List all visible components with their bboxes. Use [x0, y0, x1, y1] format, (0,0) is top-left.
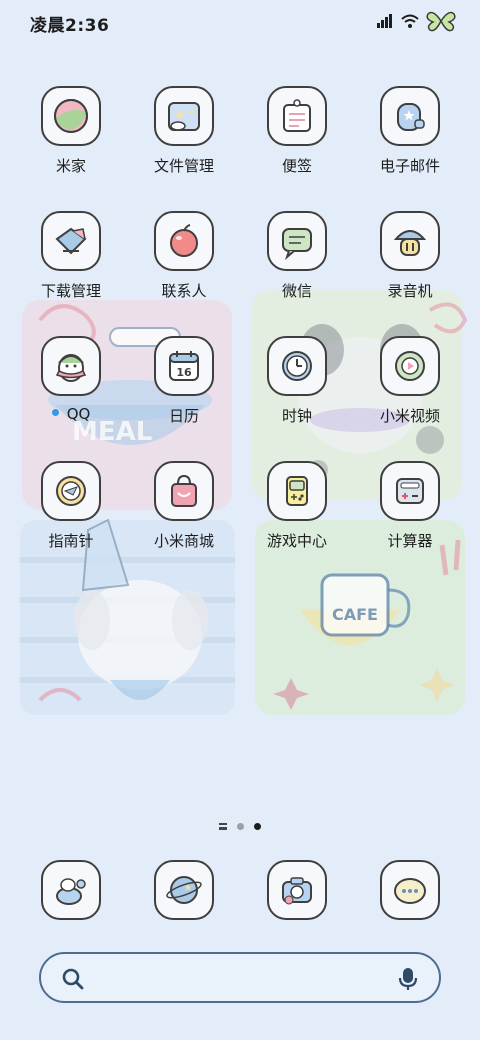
app-label: 日历 — [168, 407, 199, 425]
browser-icon — [166, 876, 202, 904]
app-compass[interactable]: 指南针 — [16, 461, 126, 551]
app-label: 便签 — [281, 157, 312, 175]
app-download[interactable]: 下载管理 — [16, 211, 126, 301]
app-label: 计算器 — [387, 532, 433, 550]
messages-icon — [394, 878, 426, 904]
app-tile[interactable] — [41, 860, 101, 920]
app-tile[interactable] — [267, 86, 327, 146]
calendar-icon: 16 — [169, 351, 199, 381]
app-tile[interactable] — [380, 461, 440, 521]
status-bar: 凌晨2:36 — [0, 0, 480, 44]
hd-signal-icon — [377, 14, 392, 28]
app-file-manager[interactable]: 文件管理 — [129, 86, 239, 176]
menu-icon[interactable] — [219, 823, 227, 830]
app-tile[interactable]: 16 — [154, 336, 214, 396]
app-tile[interactable] — [267, 336, 327, 396]
app-label: 游戏中心 — [266, 532, 327, 550]
butterfly-battery-icon — [426, 11, 456, 32]
mijia-icon — [54, 99, 88, 133]
wechat-icon — [282, 228, 312, 261]
page-indicator[interactable] — [0, 823, 480, 830]
app-tile[interactable] — [154, 860, 214, 920]
app-wechat[interactable]: 微信 — [242, 211, 352, 301]
app-tile[interactable] — [154, 461, 214, 521]
app-label: 录音机 — [387, 282, 433, 300]
app-mall[interactable]: 小米商城 — [129, 461, 239, 551]
dock-app-camera[interactable] — [242, 860, 352, 920]
app-label: 文件管理 — [153, 157, 214, 175]
dock-app-phone[interactable] — [16, 860, 126, 920]
compass-icon — [56, 476, 86, 506]
app-mijia[interactable]: 米家 — [16, 86, 126, 176]
calculator-icon — [396, 478, 424, 504]
app-label: 下载管理 — [40, 282, 101, 300]
app-calculator[interactable]: 计算器 — [355, 461, 465, 551]
game-center-icon — [286, 476, 308, 506]
app-tile[interactable] — [380, 860, 440, 920]
app-label: 时钟 — [281, 407, 312, 425]
camera-icon — [282, 877, 312, 905]
app-video[interactable]: 小米视频 — [355, 336, 465, 426]
app-clock[interactable]: 时钟 — [242, 336, 352, 426]
app-tile[interactable] — [380, 211, 440, 271]
wallpaper-cafe-text: CAFE — [332, 605, 378, 624]
contacts-icon — [170, 224, 198, 257]
app-calendar[interactable]: 16 日历 — [129, 336, 239, 426]
notes-icon — [283, 99, 311, 132]
email-icon — [397, 103, 425, 131]
app-tile[interactable] — [267, 211, 327, 271]
qq-icon — [55, 354, 87, 382]
app-label: 米家 — [55, 157, 86, 175]
app-tile[interactable] — [154, 211, 214, 271]
status-icons — [376, 10, 456, 32]
app-label: 联系人 — [161, 282, 207, 300]
mall-icon — [171, 474, 197, 507]
app-tile[interactable] — [380, 86, 440, 146]
search-icon[interactable] — [61, 967, 85, 991]
status-time: 凌晨2:36 — [30, 16, 110, 36]
app-label-text: QQ — [66, 405, 91, 423]
download-icon — [55, 227, 87, 255]
wifi-icon — [401, 14, 419, 28]
app-tile[interactable] — [267, 860, 327, 920]
dock-app-browser[interactable] — [129, 860, 239, 920]
search-bar[interactable] — [39, 952, 441, 1003]
app-game-center[interactable]: 游戏中心 — [242, 461, 352, 551]
app-label: 电子邮件 — [379, 157, 440, 175]
app-email[interactable]: 电子邮件 — [355, 86, 465, 176]
microphone-icon[interactable] — [397, 966, 419, 992]
phone-icon — [56, 878, 86, 905]
calendar-day-number: 16 — [176, 366, 192, 379]
app-tile[interactable] — [154, 86, 214, 146]
app-qq[interactable]: QQ — [16, 336, 126, 423]
app-label: 小米商城 — [153, 532, 214, 550]
dock-app-messages[interactable] — [355, 860, 465, 920]
search-input[interactable] — [95, 964, 379, 992]
clock-icon — [282, 351, 312, 381]
app-recorder[interactable]: 录音机 — [355, 211, 465, 301]
app-notes[interactable]: 便签 — [242, 86, 352, 176]
app-label: 指南针 — [48, 532, 94, 550]
app-contacts[interactable]: 联系人 — [129, 211, 239, 301]
app-label: QQ — [16, 405, 126, 423]
notification-dot — [51, 409, 59, 416]
recorder-icon — [393, 230, 427, 256]
page-dot-active[interactable] — [254, 823, 261, 830]
file-manager-icon — [168, 102, 200, 131]
page-dot[interactable] — [237, 823, 244, 830]
app-label: 微信 — [281, 282, 312, 300]
app-tile[interactable] — [41, 211, 101, 271]
app-tile[interactable] — [267, 461, 327, 521]
app-tile[interactable] — [41, 86, 101, 146]
app-tile[interactable] — [41, 336, 101, 396]
app-label: 小米视频 — [379, 407, 440, 425]
video-icon — [395, 351, 425, 381]
app-tile[interactable] — [41, 461, 101, 521]
app-tile[interactable] — [380, 336, 440, 396]
